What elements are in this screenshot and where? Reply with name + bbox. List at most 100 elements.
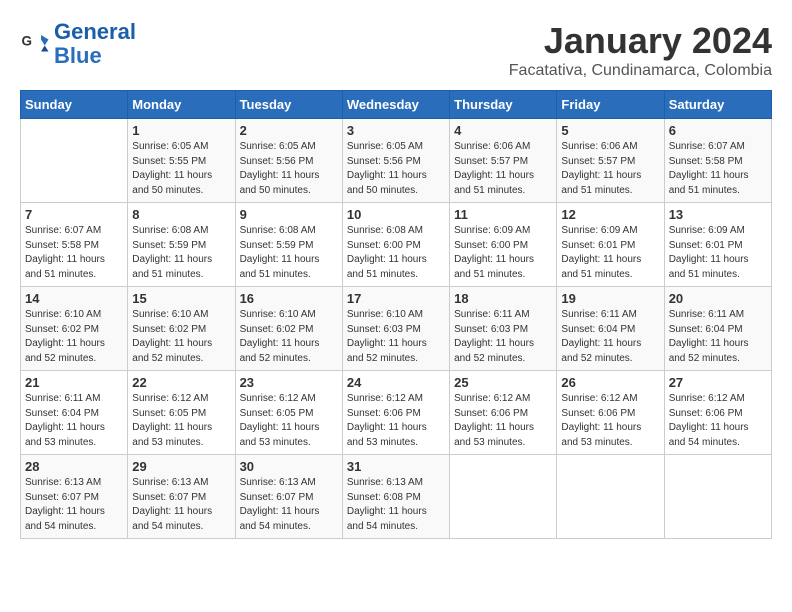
calendar-cell: [21, 119, 128, 203]
day-number: 14: [25, 291, 123, 306]
day-number: 17: [347, 291, 445, 306]
calendar-cell: 11Sunrise: 6:09 AM Sunset: 6:00 PM Dayli…: [450, 203, 557, 287]
day-info: Sunrise: 6:10 AM Sunset: 6:02 PM Dayligh…: [240, 308, 338, 366]
calendar-cell: 12 Sunrise: 6:09 AM Sunset: 6:01 PM Dayli…: [557, 203, 664, 287]
calendar-cell: 9 Sunrise: 6:08 AM Sunset: 5:59 PM Daylig…: [235, 203, 342, 287]
day-info: Sunrise: 6:11 AM Sunset: 6:04 PM Dayligh…: [561, 308, 659, 366]
day-number: 5: [561, 123, 659, 138]
calendar-cell: 24 Sunrise: 6:12 AM Sunset: 6:06 PM Dayli…: [342, 371, 449, 455]
col-friday: Friday: [557, 91, 664, 119]
day-number: 29: [132, 459, 230, 474]
day-number: 24: [347, 375, 445, 390]
calendar-week-row: 1Sunrise: 6:05 AM Sunset: 5:55 PM Daylig…: [21, 119, 772, 203]
day-info: Sunrise: 6:13 AM Sunset: 6:07 PM Dayligh…: [240, 476, 338, 534]
calendar-cell: 19 Sunrise: 6:11 AM Sunset: 6:04 PM Dayli…: [557, 287, 664, 371]
day-number: 25: [454, 375, 552, 390]
calendar-cell: 30 Sunrise: 6:13 AM Sunset: 6:07 PM Dayli…: [235, 455, 342, 539]
calendar-cell: 16 Sunrise: 6:10 AM Sunset: 6:02 PM Dayli…: [235, 287, 342, 371]
day-info: Sunrise: 6:12 AM Sunset: 6:06 PM Dayligh…: [347, 392, 445, 450]
calendar-cell: 13Sunrise: 6:09 AM Sunset: 6:01 PM Dayli…: [664, 203, 771, 287]
calendar-week-row: 7 Sunrise: 6:07 AM Sunset: 5:58 PM Daylig…: [21, 203, 772, 287]
day-number: 27: [669, 375, 767, 390]
day-info: Sunrise: 6:08 AM Sunset: 5:59 PM Dayligh…: [240, 224, 338, 282]
calendar-cell: 17 Sunrise: 6:10 AM Sunset: 6:03 PM Dayli…: [342, 287, 449, 371]
calendar-cell: 23 Sunrise: 6:12 AM Sunset: 6:05 PM Dayli…: [235, 371, 342, 455]
day-number: 10: [347, 207, 445, 222]
day-number: 28: [25, 459, 123, 474]
logo-line2: Blue: [54, 43, 102, 68]
svg-text:G: G: [22, 34, 33, 49]
calendar-header: Sunday Monday Tuesday Wednesday Thursday…: [21, 91, 772, 119]
calendar-cell: [664, 455, 771, 539]
day-number: 20: [669, 291, 767, 306]
calendar-cell: 5Sunrise: 6:06 AM Sunset: 5:57 PM Daylig…: [557, 119, 664, 203]
calendar-cell: 22Sunrise: 6:12 AM Sunset: 6:05 PM Dayli…: [128, 371, 235, 455]
day-info: Sunrise: 6:12 AM Sunset: 6:05 PM Dayligh…: [240, 392, 338, 450]
day-number: 19: [561, 291, 659, 306]
day-info: Sunrise: 6:11 AM Sunset: 6:03 PM Dayligh…: [454, 308, 552, 366]
day-info: Sunrise: 6:12 AM Sunset: 6:06 PM Dayligh…: [454, 392, 552, 450]
calendar-cell: 21 Sunrise: 6:11 AM Sunset: 6:04 PM Dayli…: [21, 371, 128, 455]
month-title: January 2024: [509, 20, 772, 62]
calendar-cell: 26Sunrise: 6:12 AM Sunset: 6:06 PM Dayli…: [557, 371, 664, 455]
day-number: 13: [669, 207, 767, 222]
day-info: Sunrise: 6:12 AM Sunset: 6:06 PM Dayligh…: [669, 392, 767, 450]
day-number: 6: [669, 123, 767, 138]
calendar-cell: 18 Sunrise: 6:11 AM Sunset: 6:03 PM Dayli…: [450, 287, 557, 371]
location-title: Facatativa, Cundinamarca, Colombia: [509, 62, 772, 80]
day-number: 4: [454, 123, 552, 138]
day-number: 9: [240, 207, 338, 222]
calendar-cell: 1Sunrise: 6:05 AM Sunset: 5:55 PM Daylig…: [128, 119, 235, 203]
day-info: Sunrise: 6:07 AM Sunset: 5:58 PM Dayligh…: [669, 140, 767, 198]
col-wednesday: Wednesday: [342, 91, 449, 119]
day-info: Sunrise: 6:05 AM Sunset: 5:55 PM Dayligh…: [132, 140, 230, 198]
day-number: 3: [347, 123, 445, 138]
day-number: 18: [454, 291, 552, 306]
day-info: Sunrise: 6:12 AM Sunset: 6:06 PM Dayligh…: [561, 392, 659, 450]
calendar-cell: 6 Sunrise: 6:07 AM Sunset: 5:58 PM Daylig…: [664, 119, 771, 203]
day-info: Sunrise: 6:12 AM Sunset: 6:05 PM Dayligh…: [132, 392, 230, 450]
calendar-week-row: 14 Sunrise: 6:10 AM Sunset: 6:02 PM Dayli…: [21, 287, 772, 371]
day-info: Sunrise: 6:10 AM Sunset: 6:02 PM Dayligh…: [132, 308, 230, 366]
header-row: Sunday Monday Tuesday Wednesday Thursday…: [21, 91, 772, 119]
day-info: Sunrise: 6:13 AM Sunset: 6:07 PM Dayligh…: [132, 476, 230, 534]
calendar-cell: 31 Sunrise: 6:13 AM Sunset: 6:08 PM Dayli…: [342, 455, 449, 539]
day-number: 21: [25, 375, 123, 390]
day-number: 11: [454, 207, 552, 222]
calendar-body: 1Sunrise: 6:05 AM Sunset: 5:55 PM Daylig…: [21, 119, 772, 539]
calendar-table: Sunday Monday Tuesday Wednesday Thursday…: [20, 90, 772, 539]
calendar-cell: 14Sunrise: 6:10 AM Sunset: 6:02 PM Dayli…: [21, 287, 128, 371]
day-info: Sunrise: 6:11 AM Sunset: 6:04 PM Dayligh…: [669, 308, 767, 366]
day-info: Sunrise: 6:13 AM Sunset: 6:08 PM Dayligh…: [347, 476, 445, 534]
day-info: Sunrise: 6:13 AM Sunset: 6:07 PM Dayligh…: [25, 476, 123, 534]
day-info: Sunrise: 6:08 AM Sunset: 5:59 PM Dayligh…: [132, 224, 230, 282]
day-number: 31: [347, 459, 445, 474]
day-info: Sunrise: 6:07 AM Sunset: 5:58 PM Dayligh…: [25, 224, 123, 282]
col-tuesday: Tuesday: [235, 91, 342, 119]
day-number: 30: [240, 459, 338, 474]
calendar-cell: 7 Sunrise: 6:07 AM Sunset: 5:58 PM Daylig…: [21, 203, 128, 287]
calendar-cell: 15 Sunrise: 6:10 AM Sunset: 6:02 PM Dayli…: [128, 287, 235, 371]
day-number: 12: [561, 207, 659, 222]
calendar-cell: 10Sunrise: 6:08 AM Sunset: 6:00 PM Dayli…: [342, 203, 449, 287]
col-monday: Monday: [128, 91, 235, 119]
day-number: 7: [25, 207, 123, 222]
day-number: 15: [132, 291, 230, 306]
logo-text: General Blue: [54, 20, 136, 68]
col-sunday: Sunday: [21, 91, 128, 119]
day-number: 16: [240, 291, 338, 306]
calendar-cell: [450, 455, 557, 539]
calendar-cell: 28 Sunrise: 6:13 AM Sunset: 6:07 PM Dayli…: [21, 455, 128, 539]
day-info: Sunrise: 6:09 AM Sunset: 6:01 PM Dayligh…: [561, 224, 659, 282]
day-number: 23: [240, 375, 338, 390]
logo-line1: General: [54, 19, 136, 44]
calendar-cell: 25 Sunrise: 6:12 AM Sunset: 6:06 PM Dayli…: [450, 371, 557, 455]
calendar-cell: 2Sunrise: 6:05 AM Sunset: 5:56 PM Daylig…: [235, 119, 342, 203]
day-info: Sunrise: 6:10 AM Sunset: 6:03 PM Dayligh…: [347, 308, 445, 366]
day-info: Sunrise: 6:06 AM Sunset: 5:57 PM Dayligh…: [454, 140, 552, 198]
day-info: Sunrise: 6:11 AM Sunset: 6:04 PM Dayligh…: [25, 392, 123, 450]
day-number: 2: [240, 123, 338, 138]
col-thursday: Thursday: [450, 91, 557, 119]
calendar-cell: 8Sunrise: 6:08 AM Sunset: 5:59 PM Daylig…: [128, 203, 235, 287]
logo: G General Blue: [20, 20, 136, 68]
